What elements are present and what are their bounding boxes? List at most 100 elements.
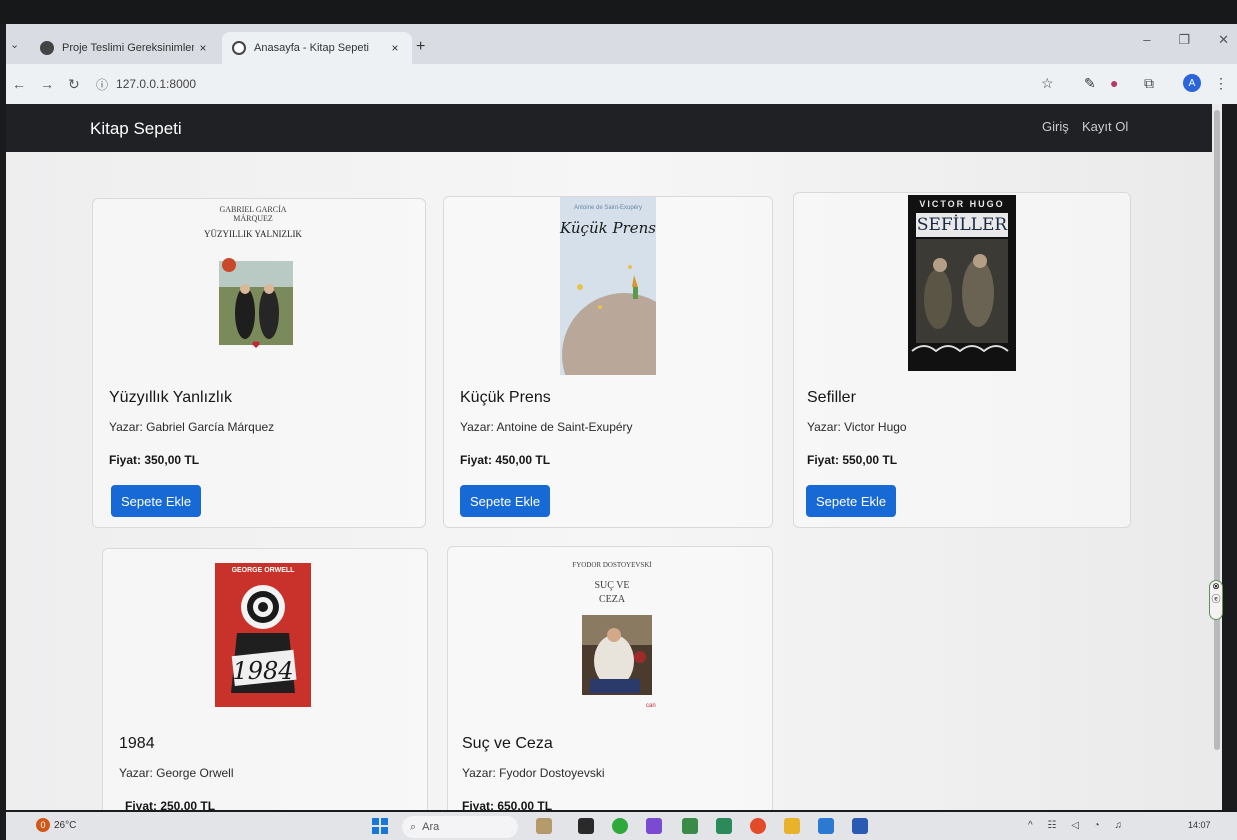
scrollbar-thumb[interactable]	[1214, 110, 1220, 750]
add-to-cart-button[interactable]: Sepete Ekle	[806, 485, 897, 517]
bookmark-star-icon[interactable]: ☆	[1041, 75, 1054, 92]
book-cover-image: FYODOR DOSTOYEVSKİ SUÇ VE CEZA can	[560, 561, 664, 717]
book-author: Yazar: Antoine de Saint-Exupéry	[460, 420, 633, 434]
back-icon[interactable]: ←	[12, 76, 26, 92]
cover-title: SEFİLLER	[916, 213, 1008, 237]
screen-bezel	[0, 0, 1237, 24]
book-card: Antoine de Saint-Exupéry Küçük Prens Küç…	[443, 196, 773, 528]
reload-icon[interactable]: ↻	[68, 76, 80, 93]
page-scrollbar[interactable]	[1212, 104, 1222, 810]
site-brand[interactable]: Kitap Sepeti	[90, 119, 182, 139]
start-windows-icon[interactable]	[372, 818, 388, 834]
taskbar-search[interactable]: ⌕ Ara	[402, 816, 518, 838]
globe-icon	[232, 41, 246, 55]
tab-favicon-icon	[40, 41, 54, 55]
forward-icon[interactable]: →	[40, 76, 54, 92]
cover-painting	[911, 239, 1009, 353]
cover-title: 1984	[232, 657, 294, 685]
book-title: Küçük Prens	[460, 389, 551, 406]
book-card: VICTOR HUGO SEFİLLER Sefiller Yazar: Vic…	[793, 192, 1131, 528]
browser-tab-bar: ⌄ Proje Teslimi Gereksinimleri × Anasayf…	[6, 24, 1237, 64]
tab-title: Anasayfa - Kitap Sepeti	[254, 42, 369, 54]
temperature: 26°C	[54, 819, 77, 831]
taskbar-search-label: Ara	[422, 821, 440, 833]
book-price: Fiyat: 550,00 TL	[807, 453, 898, 467]
site-info-icon[interactable]: ⓘ	[96, 76, 108, 93]
cover-author: Antoine de Saint-Exupéry	[573, 205, 643, 211]
restore-icon[interactable]: ❐	[1178, 32, 1190, 48]
profile-avatar[interactable]: A	[1183, 74, 1201, 92]
side-extension-icons[interactable]: ⊗ ⓔ	[1209, 580, 1223, 620]
register-link[interactable]: Kayıt Ol	[1082, 119, 1128, 134]
book-card: GEORGE ORWELL 1984 1984 Yazar: George Or…	[102, 548, 428, 810]
chrome-icon[interactable]	[750, 818, 766, 834]
excel-icon[interactable]	[716, 818, 732, 834]
book-price: Fiyat: 350,00 TL	[109, 453, 200, 467]
minimize-icon[interactable]: –	[1143, 32, 1150, 48]
weather-badge: 0	[36, 818, 50, 832]
book-price: Fiyat: 250,00 TL	[125, 799, 216, 810]
pen-extension-icon[interactable]: ✎	[1084, 75, 1096, 92]
task-view-icon[interactable]	[578, 818, 594, 834]
book-title: Suç ve Ceza	[462, 735, 553, 752]
add-to-cart-button[interactable]: Sepete Ekle	[111, 485, 202, 517]
teams-icon[interactable]	[646, 818, 662, 834]
cover-title: Küçük Prens	[560, 219, 656, 237]
close-window-icon[interactable]: ✕	[1218, 32, 1229, 48]
tab-proje-teslimi[interactable]: Proje Teslimi Gereksinimleri ×	[30, 32, 220, 64]
extension-circle-icon[interactable]: ⓔ	[1210, 592, 1222, 605]
tab-title: Proje Teslimi Gereksinimleri	[62, 42, 194, 54]
book-cover-image: VICTOR HUGO SEFİLLER	[908, 195, 1016, 371]
book-title: Yüzyıllık Yanlızlık	[109, 389, 233, 406]
book-cover-image: GABRIEL GARCÍA MÁRQUEZ YÜZYILLIK YALNIZL…	[201, 203, 305, 353]
cover-author: FYODOR DOSTOYEVSKİ	[572, 561, 652, 569]
cover-author: VICTOR HUGO	[919, 199, 1005, 209]
address-bar[interactable]: ⓘ 127.0.0.1:8000	[96, 71, 1036, 97]
book-author: Yazar: Victor Hugo	[807, 420, 907, 434]
book-card: GABRIEL GARCÍA MÁRQUEZ YÜZYILLIK YALNIZL…	[92, 198, 426, 528]
taskbar-app-icon[interactable]	[536, 818, 552, 834]
book-price: Fiyat: 650,00 TL	[462, 799, 553, 810]
svg-text:can: can	[646, 703, 656, 709]
page-viewport: Kitap Sepeti Giriş Kayıt Ol GABRIEL GARC…	[6, 104, 1212, 810]
whatsapp-icon[interactable]	[612, 818, 628, 834]
book-price: Fiyat: 450,00 TL	[460, 453, 551, 467]
add-to-cart-button[interactable]: Sepete Ekle	[460, 485, 551, 517]
book-author: Yazar: George Orwell	[119, 766, 234, 780]
system-tray-icons[interactable]: ^ ☷ ◁ ◔ ♫	[1028, 820, 1128, 831]
cover-author: GEORGE ORWELL	[231, 567, 295, 574]
site-navbar: Kitap Sepeti Giriş Kayıt Ol	[6, 104, 1212, 152]
word-icon[interactable]	[852, 818, 868, 834]
window-controls: – ❐ ✕	[1143, 32, 1229, 48]
book-title: Sefiller	[807, 389, 856, 406]
extension-icon[interactable]: ●	[1110, 75, 1118, 91]
cover-painting	[219, 258, 293, 348]
cover-title: SUÇ VE CEZA	[594, 580, 630, 605]
new-tab-button[interactable]: +	[416, 38, 425, 56]
book-author: Yazar: Fyodor Dostoyevski	[462, 766, 605, 780]
login-link[interactable]: Giriş	[1042, 119, 1069, 134]
clock[interactable]: 14:07	[1188, 820, 1211, 830]
windows-taskbar: 0 26°C ⌕ Ara ^ ☷ ◁ ◔ ♫ 14:07	[6, 812, 1237, 840]
taskbar-app-icon[interactable]	[682, 818, 698, 834]
search-icon: ⌕	[410, 820, 417, 833]
book-cover-image: Antoine de Saint-Exupéry Küçük Prens	[560, 197, 656, 375]
tab-anasayfa[interactable]: Anasayfa - Kitap Sepeti ×	[222, 32, 412, 64]
close-tab-icon[interactable]: ×	[386, 41, 404, 55]
close-tab-icon[interactable]: ×	[194, 41, 212, 55]
vscode-icon[interactable]	[818, 818, 834, 834]
book-title: 1984	[119, 735, 155, 752]
close-circle-icon[interactable]: ⊗	[1210, 581, 1222, 592]
book-author: Yazar: Gabriel García Márquez	[109, 420, 275, 434]
browser-toolbar: ← → ↻ ⓘ 127.0.0.1:8000 ☆ ✎ ● ⧉ A ⋮	[6, 64, 1237, 104]
file-explorer-icon[interactable]	[784, 818, 800, 834]
cover-title: YÜZYILLIK YALNIZLIK	[204, 229, 302, 239]
address-text: 127.0.0.1:8000	[116, 77, 197, 91]
menu-kebab-icon[interactable]: ⋮	[1214, 75, 1228, 92]
cover-painting: can	[582, 615, 656, 709]
tab-search-chevron-icon[interactable]: ⌄	[10, 38, 19, 51]
extensions-puzzle-icon[interactable]: ⧉	[1144, 75, 1154, 92]
book-cover-image: GEORGE ORWELL 1984	[215, 563, 311, 707]
weather-widget[interactable]: 0 26°C	[36, 818, 76, 832]
book-card: FYODOR DOSTOYEVSKİ SUÇ VE CEZA can Suç v…	[447, 546, 773, 810]
